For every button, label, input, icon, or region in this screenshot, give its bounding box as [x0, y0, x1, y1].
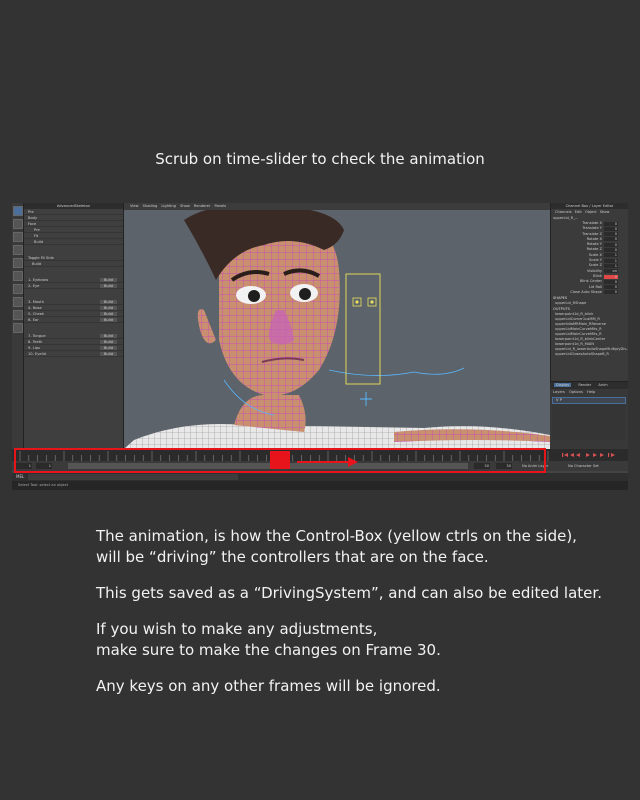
build-button[interactable]: Build: [99, 346, 117, 350]
paragraph-3: If you wish to make any adjustments, mak…: [96, 620, 441, 659]
build-button[interactable]: Build: [99, 300, 117, 304]
move-tool-icon[interactable]: [13, 245, 23, 255]
paragraph-4: Any keys on any other frames will be ign…: [96, 677, 441, 695]
scale-tool-icon[interactable]: [13, 271, 23, 281]
tab-render[interactable]: Render: [578, 383, 591, 387]
playback-controls[interactable]: [558, 450, 628, 460]
lasso-tool-icon[interactable]: [13, 219, 23, 229]
character-scene[interactable]: [124, 210, 550, 449]
anim-layer-label[interactable]: No Anim Layer: [522, 463, 548, 469]
channel-value[interactable]: 1: [604, 263, 618, 268]
build-button[interactable]: Build: [99, 352, 117, 356]
viewport-menu[interactable]: View Shading Lighting Show Renderer Pane…: [124, 203, 550, 210]
build-button[interactable]: Build: [99, 306, 117, 310]
toolbox: [12, 203, 24, 463]
channel-row[interactable]: Close Auto Shape 0: [551, 290, 628, 295]
end-frame-field[interactable]: 30: [496, 463, 512, 469]
outputs-list: lowerpoint1d_R_blink upperLidCorner1caMM_…: [551, 312, 628, 357]
maya-screenshot: AdvancedSkeleton Pre Body Face Pre Fit B…: [12, 203, 628, 490]
channel-value[interactable]: 0: [604, 232, 618, 237]
character-set-label[interactable]: No Character Set: [568, 463, 599, 469]
caption: Scrub on time-slider to check the animat…: [155, 150, 485, 168]
range-slider-bar: 1 1 30 30 No Anim Layer No Character Set: [12, 461, 628, 471]
tab-anim[interactable]: Anim: [598, 383, 607, 387]
channel-value[interactable]: 0: [604, 221, 618, 226]
build-button[interactable]: Build: [99, 312, 117, 316]
build-button[interactable]: Build: [99, 340, 117, 344]
channel-value[interactable]: 0: [604, 285, 618, 290]
channel-value[interactable]: 0: [604, 248, 618, 253]
help-line: Select Tool: select an object: [12, 481, 628, 490]
layout-outliner-icon[interactable]: [13, 323, 23, 333]
range-start-field[interactable]: 1: [36, 463, 52, 469]
tab-display[interactable]: Display: [554, 383, 572, 387]
layer-editor: Display Render Anim Layers Options Help …: [550, 381, 628, 449]
channel-value[interactable]: 0: [604, 226, 618, 231]
start-frame-field[interactable]: 1: [16, 463, 32, 469]
channel-value[interactable]: 1: [604, 258, 618, 263]
range-end-field[interactable]: 30: [474, 463, 490, 469]
mel-input[interactable]: [28, 474, 238, 480]
build-button[interactable]: Build: [99, 278, 117, 282]
build-button[interactable]: Build: [99, 334, 117, 338]
channel-value[interactable]: on: [604, 269, 618, 274]
channel-value[interactable]: 1: [604, 253, 618, 258]
channel-value[interactable]: 0: [604, 237, 618, 242]
paragraph-2: This gets saved as a “DrivingSystem”, an…: [96, 584, 602, 602]
instructions: The animation, is how the Control-Box (y…: [96, 526, 616, 712]
channel-value[interactable]: 0: [604, 274, 618, 279]
channel-value[interactable]: 0: [604, 290, 618, 295]
build-button[interactable]: Build: [99, 284, 117, 288]
3d-viewport[interactable]: View Shading Lighting Show Renderer Pane…: [124, 203, 550, 449]
layout-single-icon[interactable]: [13, 284, 23, 294]
layer-row[interactable]: V P: [552, 397, 626, 404]
channel-value[interactable]: 0: [604, 242, 618, 247]
layout-split-icon[interactable]: [13, 310, 23, 320]
paint-tool-icon[interactable]: [13, 232, 23, 242]
channel-value[interactable]: 0: [604, 279, 618, 284]
mel-label: MEL: [16, 474, 25, 479]
channel-list: Translate X 0 Translate Y 0 Translate Z 0 Rota…: [551, 221, 628, 295]
layer-menu[interactable]: Layers Options Help: [550, 389, 628, 395]
time-slider[interactable]: [12, 449, 628, 461]
channel-name: Close Auto Shape: [570, 289, 602, 294]
layout-four-icon[interactable]: [13, 297, 23, 307]
layer-tabs: Display Render Anim: [550, 382, 628, 389]
select-tool-icon[interactable]: [13, 206, 23, 216]
paragraph-1: The animation, is how the Control-Box (y…: [96, 527, 577, 566]
advanced-skeleton-panel: AdvancedSkeleton Pre Body Face Pre Fit B…: [24, 203, 124, 449]
command-line: MEL: [12, 473, 628, 481]
range-slider[interactable]: [68, 463, 468, 469]
build-button[interactable]: Build: [99, 318, 117, 322]
output-item[interactable]: upperLidClosesAutoShapeB_R: [551, 352, 628, 357]
rotate-tool-icon[interactable]: [13, 258, 23, 268]
layer-list: [552, 404, 626, 440]
face-part-row: 10- Eyelid Build: [24, 351, 123, 357]
